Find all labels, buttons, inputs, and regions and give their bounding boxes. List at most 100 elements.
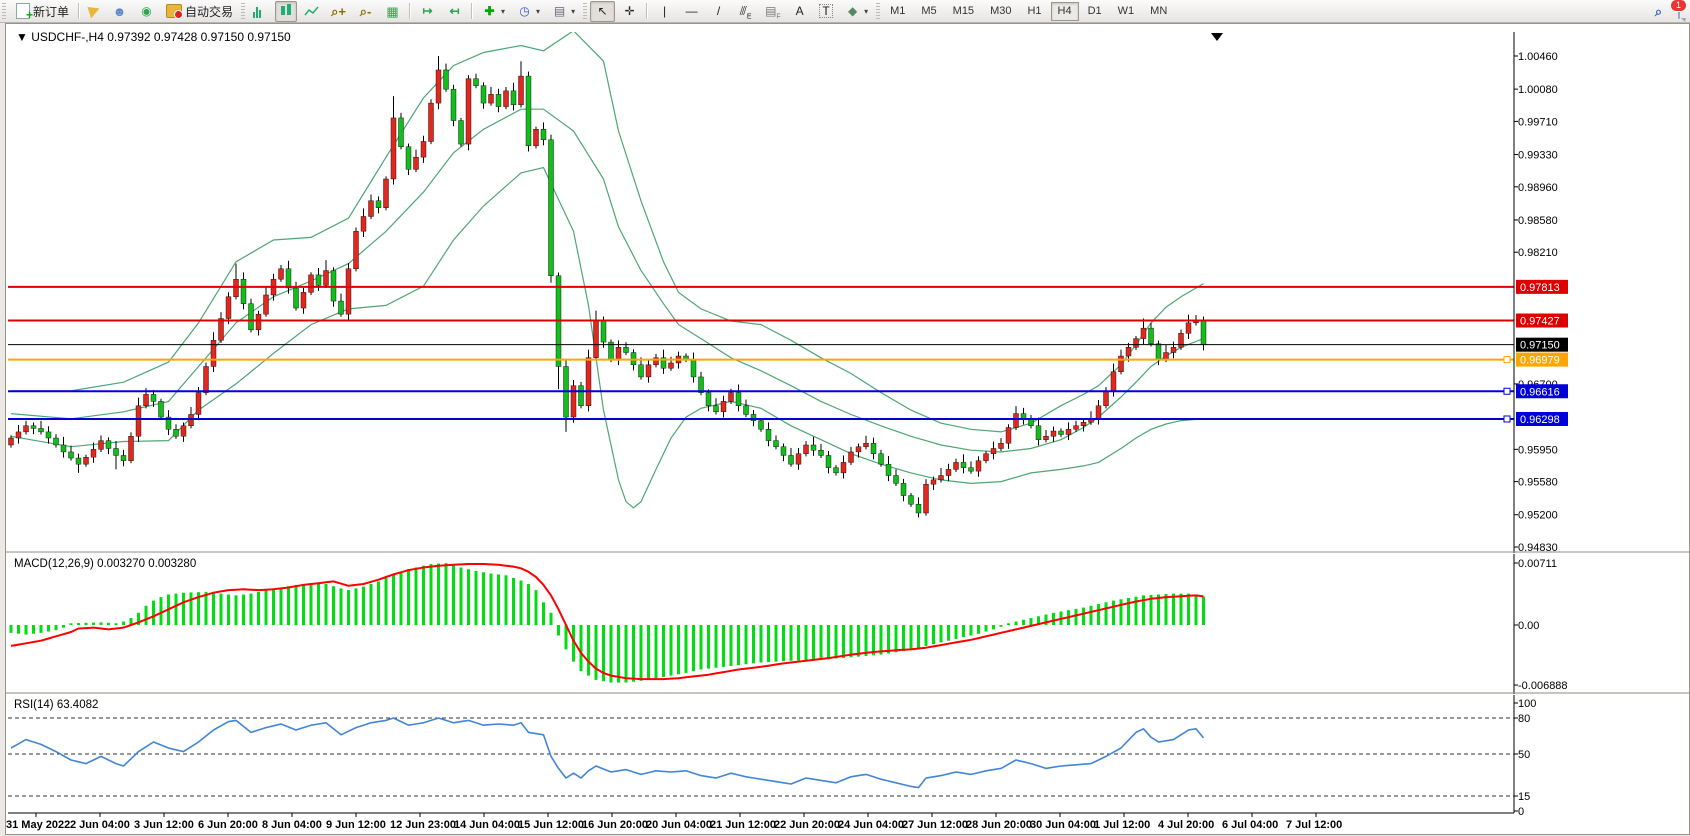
price-tick-label: 0.95200 bbox=[1518, 510, 1558, 522]
timeframe-button-H4[interactable]: H4 bbox=[1051, 2, 1079, 21]
channel-button[interactable]: ⫻E bbox=[733, 1, 758, 22]
candle-down bbox=[406, 147, 411, 170]
templates-button[interactable]: ▤▾ bbox=[547, 1, 580, 22]
macd-histogram-bar bbox=[925, 625, 928, 646]
candle-up bbox=[856, 447, 861, 452]
hline-handle[interactable] bbox=[1504, 388, 1510, 394]
indicators-icon: ✚ bbox=[482, 4, 497, 19]
timeframe-button-MN[interactable]: MN bbox=[1143, 2, 1174, 21]
macd-histogram-bar bbox=[887, 625, 890, 653]
macd-histogram-bar bbox=[835, 625, 838, 659]
macd-histogram-bar bbox=[992, 625, 995, 629]
fibonacci-button[interactable]: ▤F bbox=[760, 1, 785, 22]
candle-up bbox=[976, 461, 981, 471]
chart-shift-icon: ↤ bbox=[447, 4, 462, 19]
macd-histogram-bar bbox=[317, 584, 320, 625]
timeframe-button-M5[interactable]: M5 bbox=[914, 2, 943, 21]
timeframe-button-H1[interactable]: H1 bbox=[1020, 2, 1048, 21]
macd-histogram-bar bbox=[430, 564, 433, 625]
macd-histogram-bar bbox=[182, 593, 185, 625]
macd-histogram-bar bbox=[670, 625, 673, 676]
horizontal-line-icon: — bbox=[684, 4, 699, 19]
crosshair-button[interactable]: ✛ bbox=[617, 1, 642, 22]
macd-histogram-bar bbox=[902, 625, 905, 651]
new-order-icon bbox=[16, 3, 30, 19]
macd-histogram-bar bbox=[250, 594, 253, 625]
chart-canvas[interactable]: 1.004601.000800.997100.993300.989600.985… bbox=[6, 24, 1689, 834]
chart-shift-button[interactable]: ↤ bbox=[442, 1, 467, 22]
zoom-in-button[interactable]: ⌕+ bbox=[326, 1, 351, 22]
candle-down bbox=[601, 321, 606, 342]
rsi-panel[interactable] bbox=[8, 718, 1514, 796]
auto-scroll-button[interactable]: ↦ bbox=[415, 1, 440, 22]
candle-up bbox=[181, 426, 186, 436]
horizontal-line-button[interactable]: — bbox=[679, 1, 704, 22]
timeframe-button-M1[interactable]: M1 bbox=[883, 2, 912, 21]
macd-histogram-bar bbox=[1022, 620, 1025, 625]
text-tool-button[interactable]: A bbox=[787, 1, 812, 22]
text-label-button[interactable]: T bbox=[814, 1, 838, 22]
candle-up bbox=[91, 449, 96, 457]
rsi-tick-label: 15 bbox=[1518, 791, 1530, 803]
chevron-down-icon: ▾ bbox=[501, 7, 505, 16]
macd-histogram-bar bbox=[895, 625, 898, 652]
chart-shift-marker-icon[interactable] bbox=[1211, 33, 1223, 41]
notifications-button[interactable]: 1 bbox=[1678, 4, 1680, 18]
macd-histogram-bar bbox=[955, 625, 958, 639]
price-tick-label: 0.99710 bbox=[1518, 116, 1558, 128]
candlestick-chart-button[interactable] bbox=[275, 1, 297, 22]
macd-histogram-bar bbox=[392, 574, 395, 625]
hline-handle[interactable] bbox=[1504, 357, 1510, 363]
macd-histogram-bar bbox=[625, 625, 628, 683]
bar-chart-button[interactable] bbox=[248, 1, 273, 22]
search-button[interactable]: ⌕ bbox=[1646, 1, 1671, 22]
macd-histogram-bar bbox=[767, 625, 770, 662]
market-signal-button[interactable]: ◉ bbox=[134, 1, 159, 22]
toolbar-drag-handle[interactable] bbox=[241, 3, 245, 19]
candle-down bbox=[541, 129, 546, 139]
timeframe-button-D1[interactable]: D1 bbox=[1081, 2, 1109, 21]
candle-down bbox=[121, 455, 126, 460]
auto-trading-button[interactable]: 自动交易 bbox=[161, 1, 238, 22]
macd-histogram-bar bbox=[1120, 599, 1123, 625]
candle-down bbox=[339, 301, 344, 314]
zoom-out-icon: ⌕- bbox=[358, 4, 373, 19]
time-tick-label: 8 Jun 04:00 bbox=[262, 819, 322, 831]
tile-windows-button[interactable]: ▦ bbox=[380, 1, 405, 22]
main-panel[interactable] bbox=[9, 31, 1207, 518]
timeframe-button-W1[interactable]: W1 bbox=[1111, 2, 1142, 21]
trendline-icon: / bbox=[711, 4, 726, 19]
time-tick-label: 12 Jun 23:00 bbox=[390, 819, 456, 831]
rsi-label: RSI(14) 63.4082 bbox=[14, 699, 98, 711]
candle-up bbox=[999, 443, 1004, 448]
new-order-button[interactable]: 新订单 bbox=[9, 1, 74, 22]
timeframe-button-M30[interactable]: M30 bbox=[983, 2, 1018, 21]
zoom-out-button[interactable]: ⌕- bbox=[353, 1, 378, 22]
candle-up bbox=[204, 366, 209, 392]
cursor-button[interactable]: ↖ bbox=[590, 1, 615, 22]
vertical-line-button[interactable]: | bbox=[652, 1, 677, 22]
toolbar-drag-handle[interactable] bbox=[2, 3, 6, 19]
candle-down bbox=[474, 79, 479, 86]
trendline-button[interactable]: / bbox=[706, 1, 731, 22]
community-button[interactable]: ☻ bbox=[107, 1, 132, 22]
toolbar-drag-handle[interactable] bbox=[876, 3, 880, 19]
candle-up bbox=[1074, 426, 1079, 429]
hline-handle[interactable] bbox=[1504, 416, 1510, 422]
macd-panel[interactable] bbox=[10, 563, 1206, 682]
line-chart-button[interactable] bbox=[299, 1, 324, 22]
indicators-button[interactable]: ✚▾ bbox=[477, 1, 510, 22]
toolbar-drag-handle[interactable] bbox=[583, 3, 587, 19]
periods-button[interactable]: ◷▾ bbox=[512, 1, 545, 22]
shapes-button[interactable]: ◆▾ bbox=[840, 1, 873, 22]
price-tick-label: 0.94830 bbox=[1518, 542, 1558, 554]
chevron-down-icon: ▾ bbox=[864, 7, 868, 16]
news-button[interactable] bbox=[84, 1, 105, 22]
macd-histogram-bar bbox=[1172, 594, 1175, 625]
timeframe-button-M15[interactable]: M15 bbox=[946, 2, 981, 21]
macd-histogram-bar bbox=[280, 588, 283, 625]
candle-up bbox=[369, 201, 374, 217]
candle-down bbox=[969, 468, 974, 471]
new-order-label: 新订单 bbox=[33, 3, 69, 20]
macd-histogram-bar bbox=[737, 625, 740, 665]
